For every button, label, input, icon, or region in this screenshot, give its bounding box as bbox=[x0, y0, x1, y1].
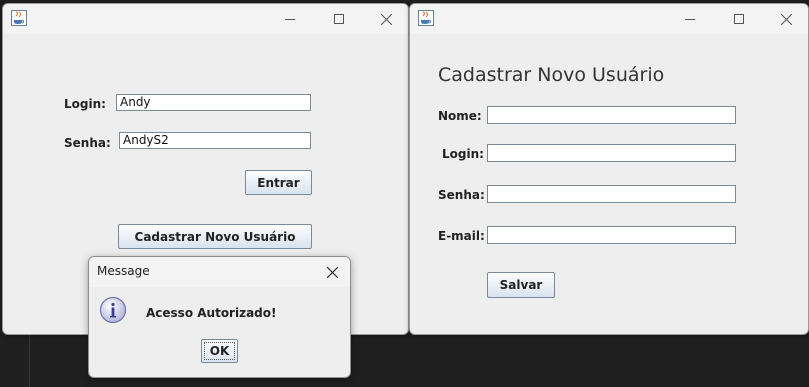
minimize-icon bbox=[285, 19, 295, 20]
dialog-titlebar[interactable]: Message bbox=[89, 257, 350, 287]
close-button[interactable] bbox=[764, 4, 808, 34]
name-field[interactable] bbox=[487, 106, 736, 124]
password-field[interactable]: AndyS2 bbox=[119, 132, 311, 149]
close-icon bbox=[380, 13, 392, 25]
message-dialog: Message Acesso Autorizado! OK bbox=[88, 256, 351, 378]
password-field[interactable] bbox=[487, 185, 736, 203]
info-icon bbox=[99, 296, 127, 324]
maximize-button[interactable] bbox=[317, 4, 361, 34]
email-field[interactable] bbox=[487, 226, 736, 244]
dialog-close-button[interactable] bbox=[315, 257, 349, 287]
login-label: Login: bbox=[64, 97, 106, 111]
register-new-user-button[interactable]: Cadastrar Novo Usuário bbox=[118, 224, 312, 249]
enter-button[interactable]: Entrar bbox=[245, 170, 312, 195]
maximize-button[interactable] bbox=[717, 4, 761, 34]
maximize-icon bbox=[334, 14, 344, 24]
email-label: E-mail: bbox=[438, 229, 485, 243]
background-divider bbox=[29, 334, 30, 387]
login-label: Login: bbox=[442, 147, 484, 161]
close-icon bbox=[326, 266, 338, 278]
minimize-icon bbox=[685, 19, 695, 20]
minimize-button[interactable] bbox=[668, 4, 712, 34]
login-field[interactable]: Andy bbox=[116, 94, 311, 111]
login-window-titlebar[interactable] bbox=[3, 4, 408, 34]
login-field[interactable] bbox=[487, 144, 736, 162]
close-button[interactable] bbox=[364, 4, 408, 34]
register-window: Cadastrar Novo Usuário Nome: Login: Senh… bbox=[409, 3, 809, 335]
password-label: Senha: bbox=[438, 188, 485, 202]
maximize-icon bbox=[734, 14, 744, 24]
close-icon bbox=[780, 13, 792, 25]
minimize-button[interactable] bbox=[268, 4, 312, 34]
save-button[interactable]: Salvar bbox=[487, 272, 555, 298]
ok-button[interactable]: OK bbox=[201, 339, 238, 363]
password-label: Senha: bbox=[64, 136, 111, 150]
register-window-titlebar[interactable] bbox=[410, 4, 808, 34]
name-label: Nome: bbox=[438, 109, 482, 123]
dialog-message: Acesso Autorizado! bbox=[146, 306, 277, 320]
java-icon bbox=[418, 10, 434, 26]
dialog-title: Message bbox=[97, 264, 150, 278]
java-icon bbox=[11, 10, 27, 26]
page-title: Cadastrar Novo Usuário bbox=[438, 64, 665, 86]
